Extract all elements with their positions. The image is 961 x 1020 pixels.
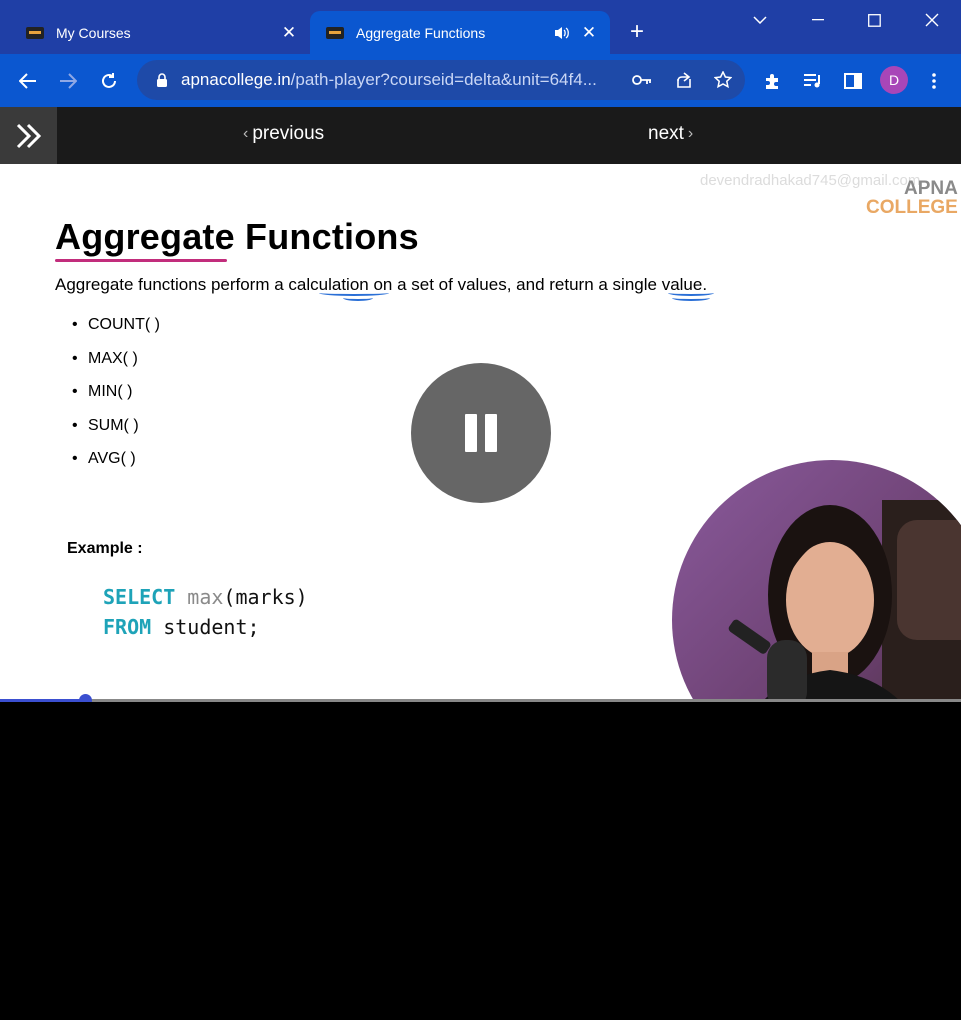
lock-icon[interactable] [155,73,169,87]
list-item: • SUM( ) [72,416,139,434]
tab-bar: My Courses ✕ Aggregate Functions ✕ + [0,0,961,54]
tab-title: My Courses [56,24,131,41]
next-lesson-link[interactable]: next › [648,123,693,145]
browser-toolbar: apnacollege.in/path-player?courseid=delt… [0,54,961,107]
pause-icon-bar [485,414,497,452]
side-panel-icon[interactable] [838,66,868,96]
minimize-icon[interactable] [798,6,838,34]
tab-search-icon[interactable] [740,6,780,34]
pause-icon [465,414,477,452]
extensions-puzzle-icon[interactable] [758,66,788,96]
more-menu-icon[interactable] [919,66,949,96]
tab-my-courses[interactable]: My Courses ✕ [14,11,310,54]
example-label: Example : [67,540,143,557]
ink-underline [343,295,373,301]
list-item: • AVG( ) [72,450,136,467]
video-player[interactable]: devendradhakad745@gmail.com APNA COLLEGE… [0,164,961,702]
browser-window: My Courses ✕ Aggregate Functions ✕ + apn… [0,0,961,1020]
sql-code-example: SELECT max(marks) FROM student; [103,585,308,639]
close-tab-icon[interactable]: ✕ [278,22,300,44]
next-label: next [648,123,684,144]
aggregate-function-list: • COUNT( ) • MAX( ) • MIN( ) • SUM( ) • AVG( … [72,316,160,484]
tab-aggregate-functions[interactable]: Aggregate Functions ✕ [310,11,610,54]
apna-college-favicon-icon [326,26,344,39]
previous-label: previous [252,123,325,144]
double-chevron-right-icon [16,123,41,148]
share-icon[interactable] [670,67,696,93]
title-underline [55,259,227,262]
list-item: • COUNT( ) [72,316,160,333]
url-text[interactable]: apnacollege.in/path-player?courseid=delt… [181,70,621,90]
media-queue-icon[interactable] [798,66,828,96]
close-window-icon[interactable] [912,6,952,34]
new-tab-button[interactable]: + [624,18,650,46]
speaker-icon[interactable] [552,23,572,43]
chevron-left-icon: ‹ [243,125,249,142]
key-icon[interactable] [629,67,655,93]
presenter-webcam [672,460,961,702]
slide-title: Aggregate Functions [55,216,419,257]
forward-arrow-icon[interactable] [53,66,83,96]
ink-underline [672,295,710,301]
progress-scrubber[interactable] [79,694,92,702]
list-item: • MIN( ) [72,383,133,400]
list-item: • MAX( ) [72,349,138,367]
previous-lesson-link[interactable]: ‹ previous [243,123,324,145]
progress-track[interactable] [0,699,961,702]
bookmark-star-icon[interactable] [710,67,736,93]
address-bar[interactable]: apnacollege.in/path-player?courseid=delt… [137,60,745,100]
reload-icon[interactable] [94,66,124,96]
profile-avatar[interactable]: D [880,66,908,94]
apna-college-favicon-icon [26,26,44,39]
pause-button[interactable] [411,363,551,503]
expand-sidebar-button[interactable] [0,107,57,164]
close-tab-icon[interactable]: ✕ [578,22,600,44]
maximize-icon[interactable] [854,6,894,34]
progress-fill [0,699,85,702]
back-arrow-icon[interactable] [13,66,43,96]
tab-title: Aggregate Functions [356,24,486,41]
apna-college-logo: APNA COLLEGE [866,178,958,218]
player-nav-bar: ‹ previous next › [0,107,961,164]
chevron-right-icon: › [687,125,694,142]
